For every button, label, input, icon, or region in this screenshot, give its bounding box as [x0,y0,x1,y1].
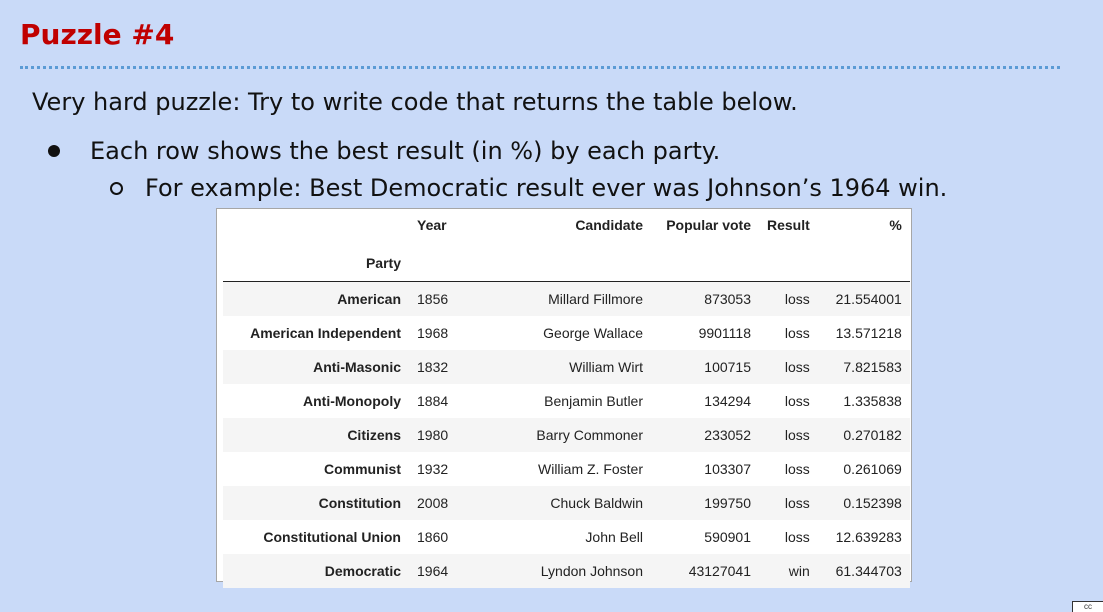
creative-commons-icon: cc [1072,601,1103,612]
title-divider [20,66,1060,69]
cell-party: American [337,290,401,307]
cell-popular-vote: 9901118 [698,324,751,341]
cell-pct: 0.270182 [843,426,902,443]
cell-party: Constitution [318,494,401,511]
cell-year: 2008 [417,494,449,511]
cell-party: Democratic [324,562,401,579]
cell-year: 1884 [417,392,449,409]
column-header-year: Year [417,217,447,233]
cell-candidate: George Wallace [543,324,643,341]
cell-popular-vote: 103307 [704,460,751,477]
cell-pct: 7.821583 [843,358,902,375]
index-header-party: Party [365,255,401,271]
cell-party: Anti-Monopoly [303,392,401,409]
cell-party: Anti-Masonic [313,358,401,375]
cell-popular-vote: 199750 [704,494,751,511]
cell-year: 1860 [417,528,449,545]
table-row: Anti-Monopoly 1884 Benjamin Butler 134294 lo… [223,383,910,418]
cell-candidate: Benjamin Butler [544,392,643,409]
cell-candidate: Chuck Baldwin [550,494,643,511]
column-header-candidate: Candidate [575,217,643,233]
table-row: Citizens 1980 Barry Commoner 233052 loss 0.27… [223,417,910,452]
bullet-1-text: Each row shows the best result (in %) by… [90,137,721,165]
cell-result: loss [784,392,810,409]
cell-result: loss [784,460,810,477]
cell-result: loss [784,290,810,307]
cell-year: 1980 [417,426,449,443]
cell-year: 1968 [417,324,449,341]
cell-party: Citizens [347,426,401,443]
cell-candidate: William Wirt [569,358,643,375]
cell-popular-vote: 873053 [704,290,751,307]
cell-pct: 21.554001 [835,290,902,307]
slide-title: Puzzle #4 [20,18,175,51]
bullet-2-text: For example: Best Democratic result ever… [145,174,948,202]
column-header-result: Result [767,217,810,233]
cell-candidate: Lyndon Johnson [540,562,643,579]
table-row: American Independent 1968 George Wallace 99… [223,315,910,350]
cell-pct: 1.335838 [843,392,902,409]
table-row: Anti-Masonic 1832 William Wirt 100715 loss 7.… [223,349,910,384]
cell-result: loss [784,324,810,341]
table-row: Communist 1932 William Z. Foster 103307 loss… [223,451,910,486]
cell-popular-vote: 233052 [704,426,751,443]
index-corner [223,213,409,245]
cell-pct: 0.261069 [843,460,902,477]
dataframe-output: Year Candidate Popular vote Result % Par… [216,208,912,588]
bullet-level-2: For example: Best Democratic result ever… [110,174,947,202]
column-header-pct: % [889,217,902,233]
table-row: Democratic 1964 Lyndon Johnson 43127041 win 6… [223,553,910,588]
cell-year: 1856 [417,290,449,307]
intro-text: Very hard puzzle: Try to write code that… [32,88,798,116]
bullet-ring-icon [110,181,123,195]
cell-party: American Independent [250,324,401,341]
cell-candidate: William Z. Foster [538,460,643,477]
cell-candidate: Barry Commoner [536,426,643,443]
table-body: American 1856 Millard Fillmore 873053 loss 21… [223,281,910,588]
cell-candidate: John Bell [585,528,643,545]
cell-candidate: Millard Fillmore [548,290,643,307]
column-header-row: Year Candidate Popular vote Result % [223,213,910,245]
cell-party: Constitutional Union [263,528,401,545]
index-header-row: Party [223,245,910,282]
table-row: Constitutional Union 1860 John Bell 590901 l… [223,519,910,554]
cell-popular-vote: 590901 [704,528,751,545]
cell-result: loss [784,528,810,545]
cell-year: 1932 [417,460,449,477]
cell-pct: 61.344703 [835,562,902,579]
cell-year: 1964 [417,562,449,579]
cell-pct: 12.639283 [835,528,902,545]
cell-result: loss [784,494,810,511]
bullet-dot-icon [48,145,60,157]
cell-party: Communist [324,460,401,477]
cell-result: loss [784,358,810,375]
cell-pct: 13.571218 [835,324,902,341]
table-row: American 1856 Millard Fillmore 873053 loss 21… [223,281,910,316]
cell-popular-vote: 43127041 [688,562,751,579]
cell-result: loss [784,426,810,443]
bullet-level-1: Each row shows the best result (in %) by… [48,137,720,165]
cell-popular-vote: 100715 [704,358,751,375]
result-table: Year Candidate Popular vote Result % Par… [223,213,910,588]
cell-popular-vote: 134294 [704,392,751,409]
cell-year: 1832 [417,358,449,375]
cell-result: win [788,562,810,579]
cell-pct: 0.152398 [843,494,902,511]
table-row: Constitution 2008 Chuck Baldwin 199750 loss 0… [223,485,910,520]
column-header-popular-vote: Popular vote [666,217,751,233]
